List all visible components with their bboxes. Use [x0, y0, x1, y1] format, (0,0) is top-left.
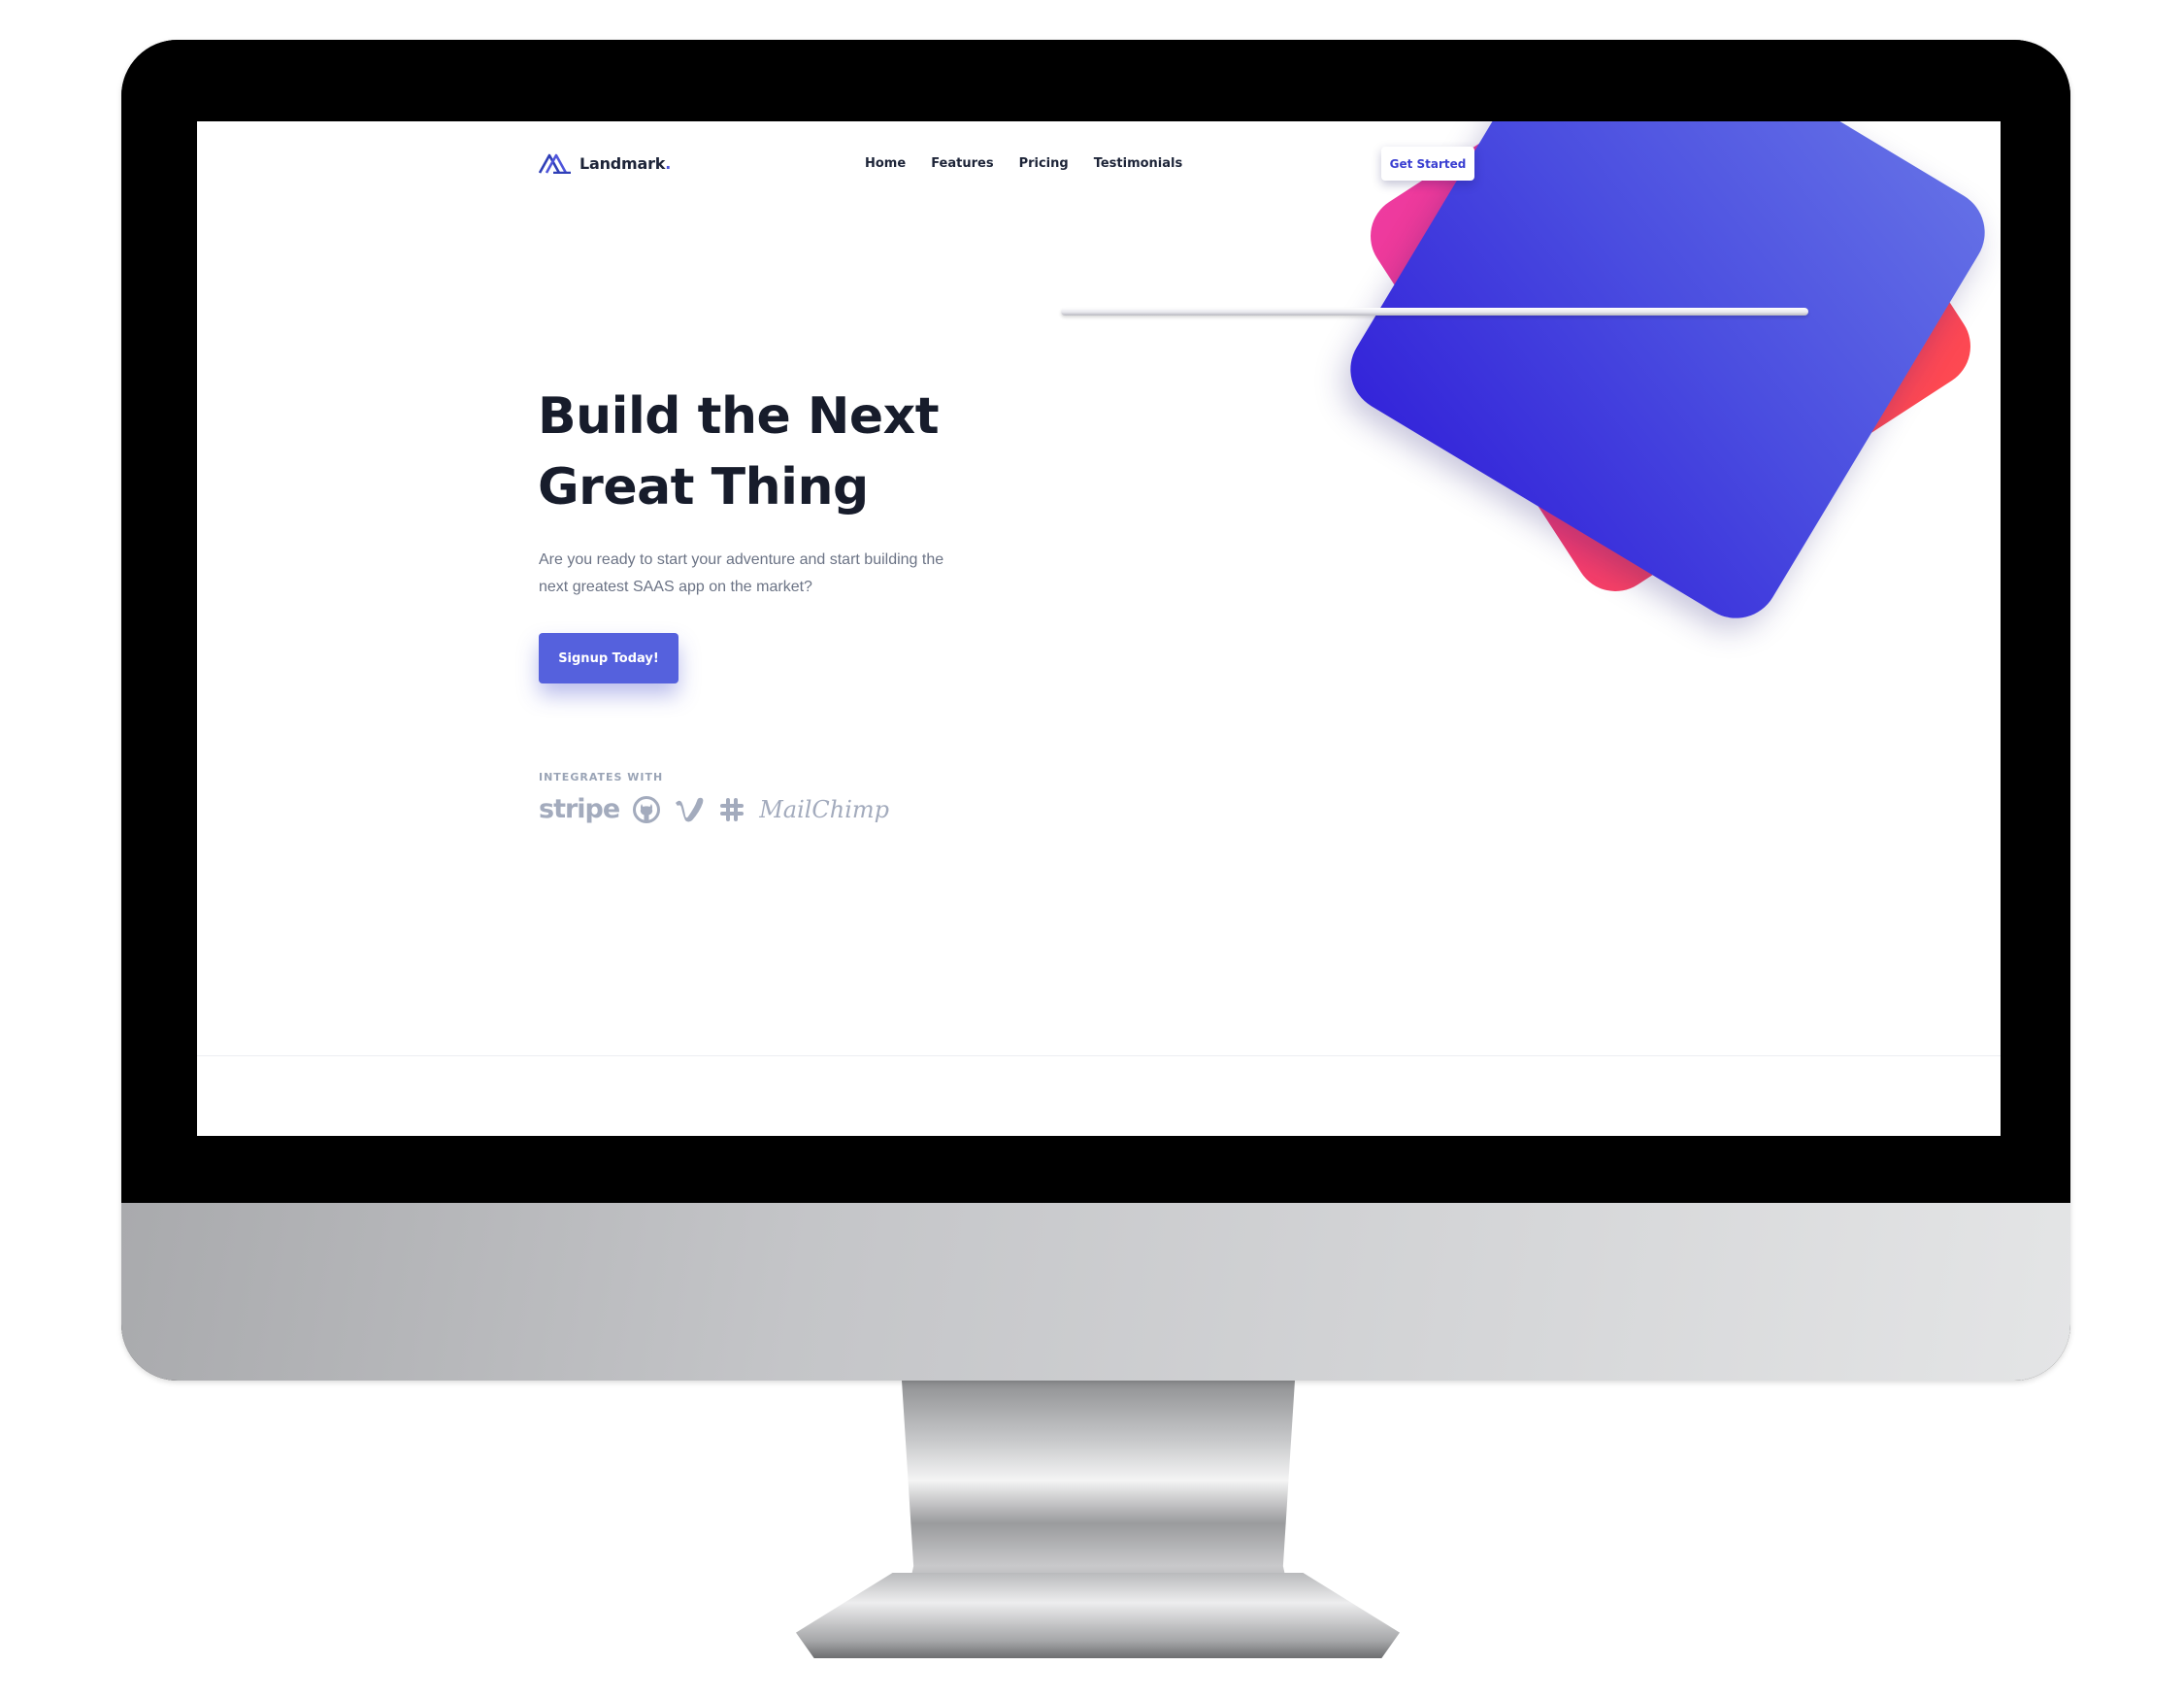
slack-icon[interactable] — [718, 796, 745, 823]
website-screen: Landmark. Home Features Pricing Testimon… — [197, 121, 2001, 1136]
mailchimp-logo[interactable]: MailChimp — [759, 796, 889, 823]
nav-testimonials[interactable]: Testimonials — [1094, 156, 1183, 171]
hero-title: Build the Next Great Thing — [538, 382, 940, 523]
integrations-heading: INTEGRATES WITH — [539, 771, 664, 783]
hero-subtitle: Are you ready to start your adventure an… — [539, 551, 944, 595]
github-icon[interactable] — [633, 795, 661, 823]
hero-title-line-1: Build the Next — [538, 387, 940, 446]
monitor-chin — [121, 1203, 2070, 1381]
brand-dot: . — [665, 153, 672, 173]
brand-logo[interactable]: Landmark. — [539, 152, 671, 174]
stripe-logo[interactable]: stripe — [539, 794, 620, 824]
get-started-button[interactable]: Get Started — [1381, 147, 1474, 181]
stage: Landmark. Home Features Pricing Testimon… — [0, 0, 2184, 1699]
vimeo-icon[interactable] — [674, 796, 705, 823]
nav-features[interactable]: Features — [931, 156, 993, 171]
nav-home[interactable]: Home — [865, 156, 906, 171]
brand-name-text: Landmark — [579, 153, 666, 173]
signup-button[interactable]: Signup Today! — [539, 633, 678, 683]
brand-name: Landmark. — [579, 154, 671, 173]
decorative-bar — [1061, 308, 1808, 316]
login-link[interactable]: Login — [1326, 157, 1362, 171]
mountain-peaks-icon — [539, 152, 572, 174]
section-divider — [197, 1055, 2001, 1056]
monitor-stand-base — [796, 1573, 1400, 1658]
nav-pricing[interactable]: Pricing — [1019, 156, 1069, 171]
integrations-logos: stripe MailChimp — [539, 794, 889, 824]
main-nav: Home Features Pricing Testimonials — [865, 156, 1182, 171]
hero-title-line-2: Great Thing — [538, 458, 869, 516]
